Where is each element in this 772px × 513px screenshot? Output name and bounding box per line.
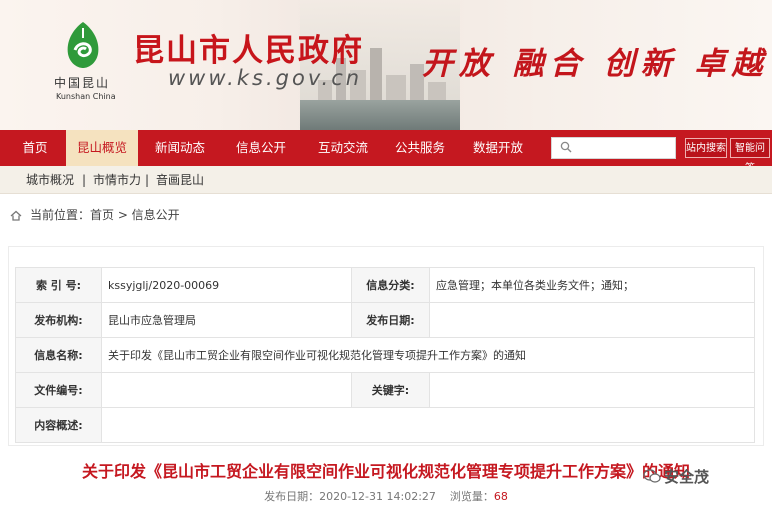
search-icon [560, 141, 572, 153]
smart-ask-button[interactable]: 智能问答 [730, 138, 770, 174]
subnav-item-audio-visual[interactable]: 音画昆山 [156, 166, 204, 194]
logo-chinese-text: 中国昆山 [54, 76, 111, 90]
home-icon [10, 210, 22, 221]
header-banner: 中国昆山 Kunshan China 昆山市人民政府 www.ks.gov.cn… [0, 0, 772, 130]
label-category: 信息分类: [351, 267, 430, 303]
site-title[interactable]: 昆山市人民政府 [133, 25, 364, 70]
views-label: 浏览量： [449, 490, 494, 503]
nav-item-public-service[interactable]: 公共服务 [384, 130, 456, 166]
table-row: 发布机构: 昆山市应急管理局 发布日期: [15, 302, 755, 338]
breadcrumb: 当前位置：首页 > 信息公开 [10, 205, 180, 225]
subnav-separator: | [82, 173, 87, 187]
label-publish-date: 发布日期: [351, 302, 430, 338]
label-info-name: 信息名称: [15, 337, 102, 373]
document-meta: 发布日期：2020-12-31 14:02:27 浏览量：68 [0, 488, 772, 504]
label-keywords: 关键字: [351, 372, 430, 408]
nav-item-open-data[interactable]: 数据开放 [462, 130, 534, 166]
site-url: www.ks.gov.cn [168, 66, 363, 90]
value-file-number [101, 372, 352, 408]
subnav-item-city-strength[interactable]: 市情市力 [93, 166, 141, 194]
nav-item-news[interactable]: 新闻动态 [144, 130, 216, 166]
label-file-number: 文件编号: [15, 372, 102, 408]
value-keywords [429, 372, 755, 408]
logo-english-text: Kunshan China [56, 92, 116, 101]
value-index-number: kssyjglj/2020-00069 [101, 267, 352, 303]
table-row: 文件编号: 关键字: [15, 372, 755, 408]
city-slogan: 开放 融合 创新 卓越 [422, 46, 769, 82]
document-info-table: 索 引 号: kssyjglj/2020-00069 信息分类: 应急管理；本单… [15, 267, 755, 443]
value-publish-date [429, 302, 755, 338]
subnav-item-city-overview[interactable]: 城市概况 [26, 166, 74, 194]
publish-date-text: 发布日期：2020-12-31 14:02:27 [264, 490, 436, 503]
subnav-separator: | [145, 173, 150, 187]
table-row: 信息名称: 关于印发《昆山市工贸企业有限空间作业可视化规范化管理专项提升工作方案… [15, 337, 755, 373]
nav-item-overview[interactable]: 昆山概览 [66, 130, 138, 166]
main-nav: 首页 昆山概览 新闻动态 信息公开 互动交流 公共服务 数据开放 站内搜索 智能… [0, 130, 772, 174]
site-search-button[interactable]: 站内搜索 [685, 138, 727, 158]
wechat-icon [643, 469, 661, 483]
nav-item-disclosure[interactable]: 信息公开 [222, 130, 300, 166]
search-input[interactable] [551, 137, 676, 159]
views-count: 68 [493, 490, 508, 503]
banner-road [300, 100, 460, 130]
value-info-name: 关于印发《昆山市工贸企业有限空间作业可视化规范化管理专项提升工作方案》的通知 [101, 337, 755, 373]
table-row: 索 引 号: kssyjglj/2020-00069 信息分类: 应急管理；本单… [15, 267, 755, 303]
nav-item-interaction[interactable]: 互动交流 [304, 130, 382, 166]
value-summary [101, 407, 755, 443]
sub-nav: 城市概况 | 市情市力 | 音画昆山 [0, 166, 772, 194]
kunshan-emblem-icon [67, 22, 99, 68]
nav-item-home[interactable]: 首页 [10, 130, 60, 166]
watermark-text: 安全茂 [664, 468, 710, 486]
value-category: 应急管理；本单位各类业务文件；通知； [429, 267, 755, 303]
label-publisher: 发布机构: [15, 302, 102, 338]
label-summary: 内容概述: [15, 407, 102, 443]
table-row: 内容概述: [15, 407, 755, 443]
breadcrumb-text[interactable]: 当前位置：首页 > 信息公开 [30, 208, 180, 222]
value-publisher: 昆山市应急管理局 [101, 302, 352, 338]
label-index-number: 索 引 号: [15, 267, 102, 303]
